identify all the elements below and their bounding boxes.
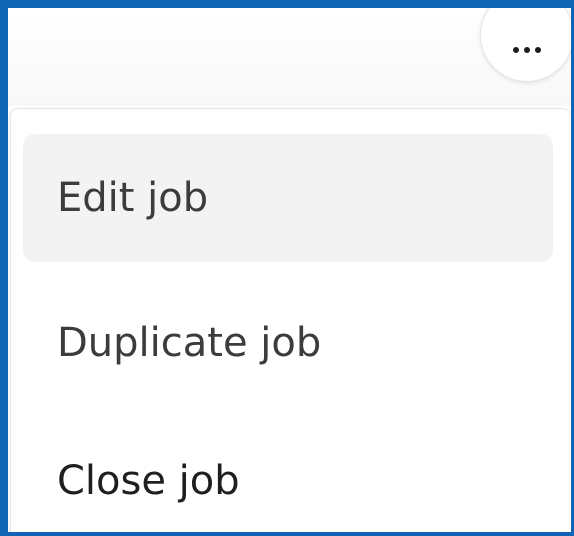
job-actions-menu: Edit job Duplicate job Close job (10, 108, 571, 532)
menu-item-label: Duplicate job (57, 320, 322, 366)
horizontal-ellipsis-icon (513, 47, 541, 53)
menu-item-label: Edit job (57, 175, 209, 221)
menu-item-edit-job[interactable]: Edit job (23, 134, 553, 262)
screenshot-frame: Edit job Duplicate job Close job (0, 0, 574, 536)
menu-item-duplicate-job[interactable]: Duplicate job (23, 279, 553, 407)
menu-item-label: Close job (57, 458, 240, 504)
menu-item-close-job[interactable]: Close job (23, 417, 553, 532)
